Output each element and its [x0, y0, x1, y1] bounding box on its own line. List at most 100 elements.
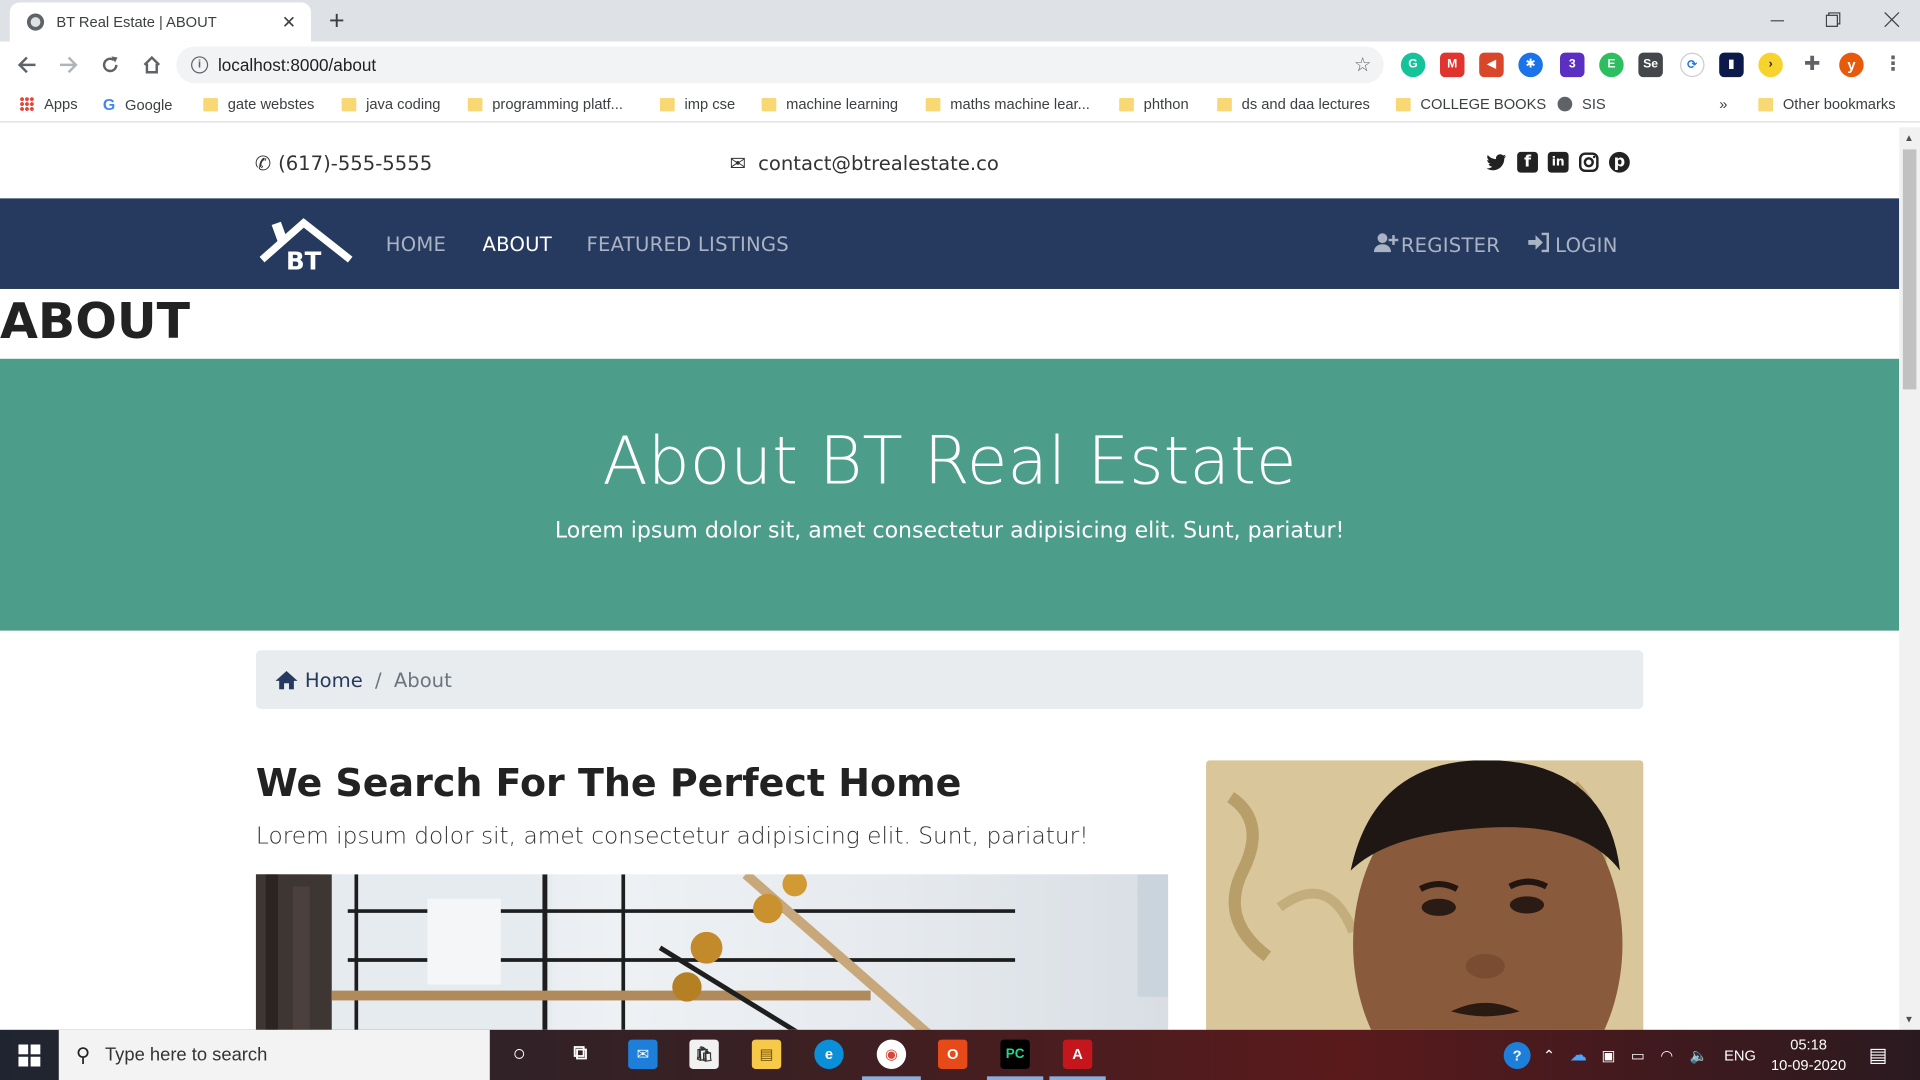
page-heading: ABOUT: [0, 293, 191, 351]
extension-badge-icon[interactable]: 3: [1560, 52, 1585, 78]
show-hidden-icons-chevron-icon[interactable]: ⌃: [1543, 1030, 1555, 1080]
bookmark-label: Google: [125, 96, 173, 114]
chrome-browser-icon[interactable]: ◉: [876, 1039, 907, 1069]
evernote-extension-icon[interactable]: E: [1599, 52, 1624, 78]
help-icon[interactable]: ?: [1503, 1030, 1531, 1080]
nav-login[interactable]: LOGIN: [1528, 232, 1617, 257]
cortana-icon[interactable]: ○: [504, 1040, 533, 1069]
bookmark-label: java coding: [366, 95, 441, 113]
extension-icon[interactable]: ›: [1758, 52, 1783, 78]
home-icon: [275, 670, 298, 689]
bookmark-folder[interactable]: java coding: [341, 95, 441, 113]
bookmark-label: SIS: [1582, 95, 1606, 113]
bookmark-label: gate webstes: [227, 95, 315, 113]
bookmark-folder[interactable]: machine learning: [761, 96, 898, 113]
acrobat-app-icon[interactable]: A: [1062, 1039, 1093, 1069]
store-app-icon[interactable]: 🛍: [689, 1039, 719, 1069]
task-view-icon[interactable]: ⧉: [566, 1040, 595, 1069]
bookmark-apps[interactable]: Apps: [19, 95, 78, 113]
notifications-icon[interactable]: ▤: [1869, 1030, 1888, 1080]
search-placeholder: Type here to search: [104, 1044, 268, 1066]
folder-icon: [1217, 97, 1232, 111]
grammarly-extension-icon[interactable]: G: [1400, 52, 1426, 78]
folder-icon: [341, 97, 357, 111]
back-icon[interactable]: [7, 45, 46, 84]
bookmark-folder[interactable]: COLLEGE BOOKS: [1395, 96, 1546, 113]
minimize-icon[interactable]: [1749, 0, 1805, 39]
other-bookmarks[interactable]: Other bookmarks: [1758, 96, 1896, 113]
edge-browser-icon[interactable]: e: [814, 1039, 844, 1069]
pinterest-icon[interactable]: p: [1608, 151, 1630, 173]
megaphone-extension-icon[interactable]: ◀: [1479, 52, 1504, 78]
facebook-icon[interactable]: f: [1517, 151, 1538, 173]
language-indicator[interactable]: ENG: [1724, 1030, 1756, 1080]
breadcrumb-home-label: Home: [304, 667, 363, 692]
puzzle-extension-icon[interactable]: ✱: [1518, 52, 1543, 78]
windows-start-button[interactable]: [0, 1030, 59, 1080]
google-icon: G: [102, 95, 116, 114]
extension-icon[interactable]: M: [1440, 52, 1465, 78]
menu-kebab-icon[interactable]: ⋮: [1880, 52, 1906, 78]
browser-tab[interactable]: BT Real Estate | ABOUT ✕: [9, 2, 312, 42]
folder-icon: [1119, 97, 1134, 111]
restore-icon[interactable]: [1805, 0, 1861, 39]
folder-icon: [1758, 97, 1774, 111]
extensions-puzzle-icon[interactable]: ✚: [1800, 52, 1825, 78]
battery-icon[interactable]: ▭: [1631, 1030, 1645, 1080]
profile-avatar[interactable]: y: [1839, 52, 1864, 78]
bookmark-sis[interactable]: SIS: [1557, 95, 1606, 113]
page-scrollbar[interactable]: ▲ ▼: [1899, 127, 1920, 1030]
taskbar-clock[interactable]: 05:18 10-09-2020: [1771, 1035, 1847, 1077]
office-app-icon[interactable]: O: [937, 1039, 968, 1069]
taskbar-search-box[interactable]: ⚲ Type here to search: [58, 1029, 490, 1080]
pycharm-app-icon[interactable]: PC: [1000, 1039, 1030, 1069]
linkedin-icon[interactable]: in: [1547, 151, 1569, 173]
close-window-icon[interactable]: [1864, 0, 1920, 39]
folder-icon: [925, 97, 941, 111]
extension-icon[interactable]: ⟳: [1680, 52, 1705, 78]
bookmark-folder[interactable]: maths machine lear...: [925, 96, 1090, 113]
bookmark-folder[interactable]: phthon: [1119, 96, 1189, 113]
scroll-up-arrow-icon[interactable]: ▲: [1904, 132, 1914, 143]
bookmark-folder[interactable]: imp cse: [660, 96, 735, 113]
mail-app-icon[interactable]: ✉: [628, 1039, 658, 1069]
close-tab-icon[interactable]: ✕: [279, 12, 299, 33]
volume-icon[interactable]: 🔈: [1690, 1030, 1708, 1080]
web-page: ✆ (617)-555-5555 ✉ contact@btrealestate.…: [0, 127, 1900, 1030]
bookmark-star-icon[interactable]: ☆: [1354, 53, 1372, 77]
bookmark-folder[interactable]: ds and daa lectures: [1217, 96, 1370, 113]
globe-icon: [26, 13, 45, 31]
bookmark-google[interactable]: G Google: [103, 96, 173, 114]
reload-icon[interactable]: [91, 45, 130, 84]
home-icon[interactable]: [132, 45, 171, 84]
folder-icon: [467, 97, 483, 111]
bookmarks-overflow-button[interactable]: »: [1719, 96, 1727, 113]
bookmark-folder[interactable]: programming platf...: [467, 96, 623, 113]
scroll-down-arrow-icon[interactable]: ▼: [1904, 1014, 1914, 1025]
extension-icon[interactable]: ▮: [1719, 52, 1744, 78]
forward-icon[interactable]: [49, 45, 88, 84]
instagram-icon[interactable]: [1578, 152, 1599, 173]
user-plus-icon: [1373, 233, 1401, 257]
bookmark-folder[interactable]: gate webstes: [203, 96, 314, 113]
bt-logo[interactable]: BT: [259, 218, 353, 275]
nav-featured-listings[interactable]: FEATURED LISTINGS: [587, 233, 789, 256]
address-bar[interactable]: i localhost:8000/about ☆: [176, 46, 1384, 84]
phone-contact: ✆ (617)-555-5555: [255, 152, 432, 175]
nav-home[interactable]: HOME: [386, 233, 446, 256]
file-explorer-icon[interactable]: ▤: [751, 1039, 782, 1069]
onedrive-cloud-icon[interactable]: ☁: [1570, 1030, 1587, 1080]
nav-about[interactable]: ABOUT: [482, 233, 551, 256]
twitter-icon[interactable]: [1486, 152, 1508, 173]
wifi-icon[interactable]: ◠: [1660, 1030, 1673, 1080]
selenium-extension-icon[interactable]: Se: [1638, 52, 1663, 78]
device-icon[interactable]: ▣: [1602, 1030, 1616, 1080]
email-contact: ✉ contact@btrealestate.co: [730, 152, 999, 175]
nav-register[interactable]: REGISTER: [1373, 233, 1500, 257]
breadcrumb-home[interactable]: Home: [275, 667, 363, 692]
new-tab-button[interactable]: +: [321, 5, 353, 37]
site-info-icon[interactable]: i: [191, 56, 209, 74]
bookmark-label: Apps: [44, 95, 78, 113]
main-navbar: BT HOME ABOUT FEATURED LISTINGS REGISTER…: [0, 198, 1900, 289]
scrollbar-thumb[interactable]: [1902, 149, 1917, 390]
